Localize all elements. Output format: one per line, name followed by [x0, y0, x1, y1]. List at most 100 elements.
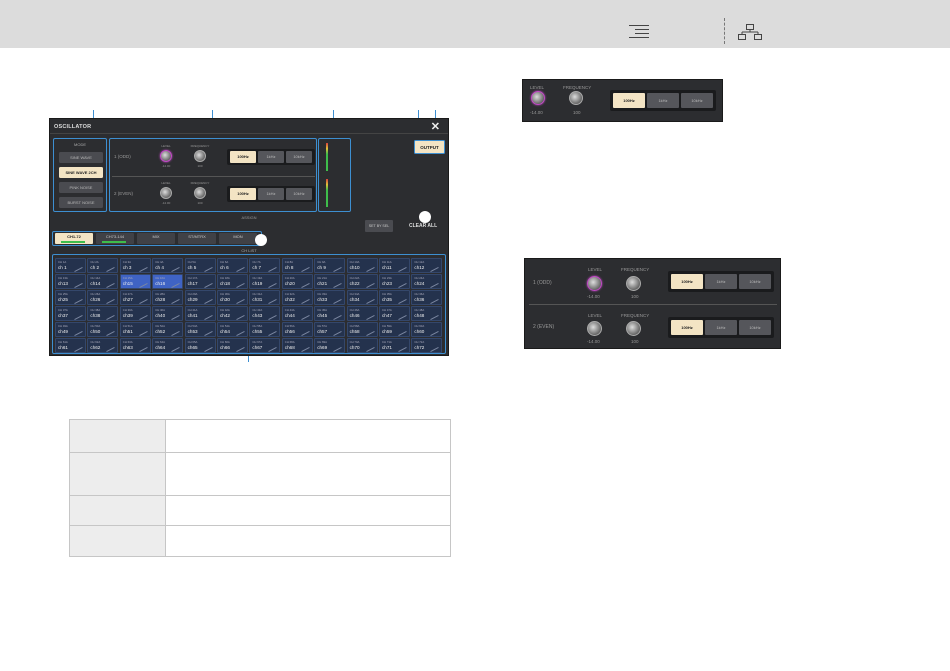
- freq-100hz-button[interactable]: 100Hz: [230, 188, 256, 200]
- channel-cell[interactable]: CH 54A ch54: [217, 322, 248, 337]
- channel-cell[interactable]: CH 36A ch36: [411, 290, 443, 305]
- channel-cell[interactable]: CH 22A ch22: [346, 274, 378, 289]
- channel-cell[interactable]: CH 67A ch67: [249, 338, 281, 353]
- channel-cell[interactable]: CH 25A ch25: [55, 290, 86, 305]
- channel-cell[interactable]: CH 53A ch53: [184, 322, 216, 337]
- frequency-knob[interactable]: [194, 187, 206, 199]
- channel-cell[interactable]: CH 55A ch55: [249, 322, 281, 337]
- freq-1khz-button[interactable]: 1kHz: [705, 274, 737, 289]
- freq-1khz-button[interactable]: 1kHz: [647, 93, 679, 108]
- level-knob[interactable]: [587, 276, 602, 291]
- channel-cell[interactable]: CH 20A ch20: [281, 274, 313, 289]
- channel-cell[interactable]: CH 56A ch56: [281, 322, 313, 337]
- channel-cell[interactable]: CH 71A ch71: [379, 338, 410, 353]
- channel-cell[interactable]: CH 39A ch39: [119, 306, 151, 321]
- tab-mix[interactable]: MIX: [137, 233, 175, 244]
- channel-cell[interactable]: CH 72A ch72: [411, 338, 443, 353]
- channel-cell[interactable]: CH 9A ch 9: [314, 258, 346, 273]
- channel-cell[interactable]: CH 23A ch23: [379, 274, 410, 289]
- freq-10khz-button[interactable]: 10kHz: [286, 151, 312, 163]
- channel-cell[interactable]: CH 17A ch17: [184, 274, 216, 289]
- level-knob[interactable]: [160, 150, 172, 162]
- channel-cell[interactable]: CH 4A ch 4: [152, 258, 184, 273]
- tab-st-mtrx[interactable]: ST/MTRX: [178, 233, 216, 244]
- frequency-knob[interactable]: [626, 321, 641, 336]
- channel-cell[interactable]: CH 59A ch59: [379, 322, 410, 337]
- channel-cell[interactable]: CH 11A ch11: [379, 258, 410, 273]
- frequency-knob[interactable]: [569, 91, 583, 105]
- channel-cell[interactable]: CH 13A ch13: [55, 274, 86, 289]
- mode-sine-wave-2ch-button[interactable]: SINE WAVE 2CH: [59, 167, 103, 178]
- freq-100hz-button[interactable]: 100Hz: [671, 320, 703, 335]
- channel-cell[interactable]: CH 3A ch 3: [119, 258, 151, 273]
- channel-cell[interactable]: CH 29A ch29: [184, 290, 216, 305]
- channel-cell[interactable]: CH 68A ch68: [281, 338, 313, 353]
- channel-cell[interactable]: CH 27A ch27: [119, 290, 151, 305]
- table-of-contents-icon[interactable]: [629, 25, 649, 39]
- channel-cell[interactable]: CH 58A ch58: [346, 322, 378, 337]
- channel-cell[interactable]: CH 48A ch48: [411, 306, 443, 321]
- freq-1khz-button[interactable]: 1kHz: [705, 320, 737, 335]
- close-icon[interactable]: ✕: [431, 120, 440, 133]
- level-knob[interactable]: [587, 321, 602, 336]
- channel-cell[interactable]: CH 18A ch18: [217, 274, 248, 289]
- level-knob[interactable]: [531, 91, 545, 105]
- channel-cell[interactable]: CH 65A ch65: [184, 338, 216, 353]
- channel-cell[interactable]: CH 19A ch19: [249, 274, 281, 289]
- channel-cell[interactable]: CH 15A ch15: [119, 274, 151, 289]
- channel-cell[interactable]: CH 33A ch33: [314, 290, 346, 305]
- channel-cell[interactable]: CH 38A ch38: [87, 306, 119, 321]
- channel-cell[interactable]: CH 6A ch 6: [217, 258, 248, 273]
- frequency-knob[interactable]: [626, 276, 641, 291]
- channel-cell[interactable]: CH 45A ch45: [314, 306, 346, 321]
- channel-cell[interactable]: CH 37A ch37: [55, 306, 86, 321]
- channel-cell[interactable]: CH 51A ch51: [119, 322, 151, 337]
- freq-1khz-button[interactable]: 1kHz: [258, 188, 284, 200]
- channel-cell[interactable]: CH 52A ch52: [152, 322, 184, 337]
- channel-cell[interactable]: CH 46A ch46: [346, 306, 378, 321]
- channel-cell[interactable]: CH 30A ch30: [217, 290, 248, 305]
- channel-cell[interactable]: CH 10A ch10: [346, 258, 378, 273]
- level-knob[interactable]: [160, 187, 172, 199]
- channel-cell[interactable]: CH 5A ch 5: [184, 258, 216, 273]
- output-button[interactable]: OUTPUT: [414, 140, 445, 154]
- mode-burst-noise-button[interactable]: BURST NOISE: [59, 197, 103, 208]
- channel-cell[interactable]: CH 26A ch26: [87, 290, 119, 305]
- channel-cell[interactable]: CH 60A ch60: [411, 322, 443, 337]
- channel-cell[interactable]: CH 43A ch43: [249, 306, 281, 321]
- channel-cell[interactable]: CH 35A ch35: [379, 290, 410, 305]
- channel-cell[interactable]: CH 7A ch 7: [249, 258, 281, 273]
- freq-1khz-button[interactable]: 1kHz: [258, 151, 284, 163]
- set-by-sel-button[interactable]: SET BY SEL: [365, 220, 393, 232]
- channel-cell[interactable]: CH 62A ch62: [87, 338, 119, 353]
- mode-pink-noise-button[interactable]: PINK NOISE: [59, 182, 103, 193]
- channel-cell[interactable]: CH 61A ch61: [55, 338, 86, 353]
- tab-ch1-72[interactable]: CH1-72: [55, 233, 93, 244]
- frequency-knob[interactable]: [194, 150, 206, 162]
- channel-cell[interactable]: CH 12A ch12: [411, 258, 443, 273]
- clear-all-button[interactable]: CLEAR ALL: [409, 223, 437, 229]
- channel-cell[interactable]: CH 21A ch21: [314, 274, 346, 289]
- channel-cell[interactable]: CH 44A ch44: [281, 306, 313, 321]
- channel-cell[interactable]: CH 57A ch57: [314, 322, 346, 337]
- channel-cell[interactable]: CH 50A ch50: [87, 322, 119, 337]
- freq-10khz-button[interactable]: 10kHz: [286, 188, 312, 200]
- channel-cell[interactable]: CH 49A ch49: [55, 322, 86, 337]
- mode-sine-wave-button[interactable]: SINE WAVE: [59, 152, 103, 163]
- tab-mon[interactable]: MON: [219, 233, 257, 244]
- channel-cell[interactable]: CH 41A ch41: [184, 306, 216, 321]
- channel-cell[interactable]: CH 28A ch28: [152, 290, 184, 305]
- channel-cell[interactable]: CH 16A ch16: [152, 274, 184, 289]
- channel-cell[interactable]: CH 32A ch32: [281, 290, 313, 305]
- channel-cell[interactable]: CH 14A ch14: [87, 274, 119, 289]
- freq-10khz-button[interactable]: 10kHz: [739, 274, 771, 289]
- channel-cell[interactable]: CH 8A ch 8: [281, 258, 313, 273]
- channel-cell[interactable]: CH 47A ch47: [379, 306, 410, 321]
- sitemap-icon[interactable]: [738, 24, 762, 40]
- channel-cell[interactable]: CH 40A ch40: [152, 306, 184, 321]
- freq-10khz-button[interactable]: 10kHz: [739, 320, 771, 335]
- freq-100hz-button[interactable]: 100Hz: [671, 274, 703, 289]
- channel-cell[interactable]: CH 63A ch63: [119, 338, 151, 353]
- channel-cell[interactable]: CH 31A ch31: [249, 290, 281, 305]
- channel-cell[interactable]: CH 42A ch42: [217, 306, 248, 321]
